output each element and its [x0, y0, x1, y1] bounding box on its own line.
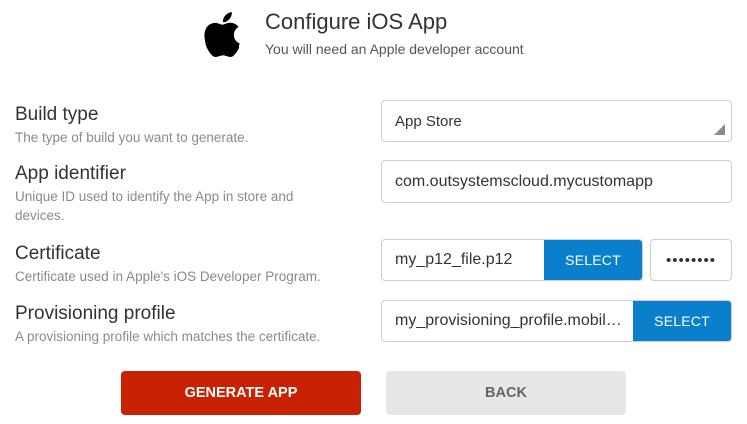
- generate-app-button[interactable]: GENERATE APP: [121, 371, 361, 415]
- certificate-file-name: my_p12_file.p12: [395, 251, 513, 268]
- build-type-select[interactable]: App Store: [381, 100, 732, 142]
- provisioning-profile-label: Provisioning profile: [15, 303, 176, 324]
- app-identifier-description: Unique ID used to identify the App in st…: [15, 189, 294, 223]
- certificate-password-input[interactable]: ••••••••: [650, 239, 732, 281]
- certificate-label: Certificate: [15, 243, 101, 264]
- dropdown-arrow-icon: [714, 124, 725, 135]
- certificate-file-picker: my_p12_file.p12 SELECT: [381, 239, 643, 281]
- provisioning-profile-description: A provisioning profile which matches the…: [15, 329, 321, 344]
- certificate-select-button[interactable]: SELECT: [544, 240, 642, 280]
- build-type-value: App Store: [395, 112, 462, 130]
- app-identifier-label: App identifier: [15, 163, 126, 184]
- provisioning-file-picker: my_provisioning_profile.mobileprovision …: [381, 300, 732, 342]
- page-subtitle: You will need an Apple developer account: [265, 41, 524, 57]
- provisioning-select-button[interactable]: SELECT: [633, 301, 731, 341]
- certificate-description: Certificate used in Apple's iOS Develope…: [15, 269, 321, 284]
- app-identifier-input[interactable]: com.outsystemscloud.mycustomapp: [381, 160, 732, 203]
- build-type-description: The type of build you want to generate.: [15, 130, 249, 145]
- page-title: Configure iOS App: [265, 9, 448, 34]
- apple-logo-icon: [204, 12, 240, 58]
- dialog-header: Configure iOS App You will need an Apple…: [0, 0, 747, 80]
- provisioning-file-name: my_provisioning_profile.mobileprovision: [395, 312, 633, 329]
- back-button[interactable]: BACK: [386, 371, 626, 415]
- build-type-label: Build type: [15, 104, 99, 125]
